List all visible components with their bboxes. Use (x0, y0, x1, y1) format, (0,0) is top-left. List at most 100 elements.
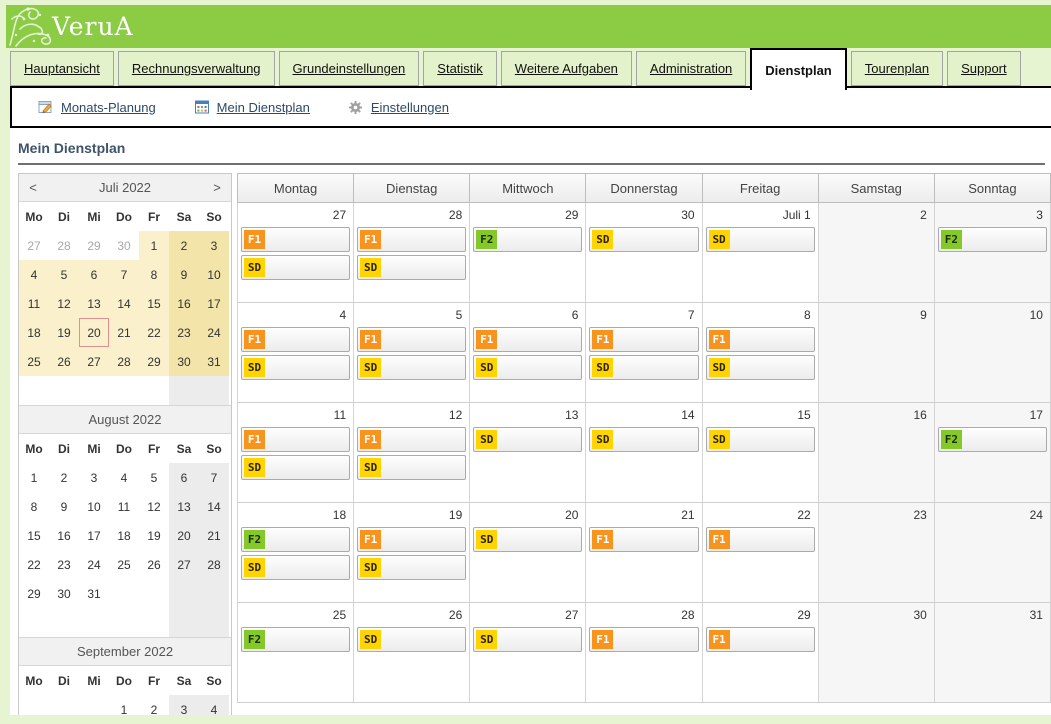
shift-entry-f2[interactable]: F2 (473, 227, 582, 252)
shift-entry-sd[interactable]: SD (473, 355, 582, 380)
mini-day-cell[interactable]: 31 (79, 579, 109, 608)
shift-entry-f1[interactable]: F1 (241, 327, 350, 352)
mini-day-cell[interactable]: 4 (19, 260, 49, 289)
tab-dienstplan[interactable]: Dienstplan (750, 48, 846, 90)
shift-entry-sd[interactable]: SD (706, 355, 815, 380)
mini-day-cell[interactable]: 6 (169, 463, 199, 492)
tab-administration[interactable]: Administration (636, 51, 746, 86)
mini-day-cell[interactable]: 3 (169, 695, 199, 715)
mini-day-cell[interactable]: 26 (49, 347, 79, 376)
mini-day-cell[interactable]: 9 (49, 492, 79, 521)
tab-tourenplan[interactable]: Tourenplan (851, 51, 943, 86)
mini-day-cell[interactable]: 15 (139, 289, 169, 318)
mini-day-cell[interactable]: 30 (109, 231, 139, 260)
mini-day-cell[interactable]: 22 (139, 318, 169, 347)
mini-day-cell[interactable]: 26 (139, 550, 169, 579)
mini-day-cell[interactable]: 18 (109, 521, 139, 550)
mini-day-cell[interactable]: 13 (169, 492, 199, 521)
mini-day-cell[interactable]: 23 (169, 318, 199, 347)
mini-day-cell[interactable]: 7 (199, 463, 229, 492)
shift-entry-f1[interactable]: F1 (589, 327, 698, 352)
shift-entry-sd[interactable]: SD (241, 555, 350, 580)
mini-day-cell[interactable]: 30 (169, 347, 199, 376)
shift-entry-f1[interactable]: F1 (241, 427, 350, 452)
shift-entry-f2[interactable]: F2 (938, 227, 1047, 252)
mini-day-cell-today[interactable]: 20 (79, 318, 109, 347)
mini-day-cell[interactable]: 25 (109, 550, 139, 579)
mini-day-cell[interactable]: 14 (109, 289, 139, 318)
mini-day-cell[interactable]: 16 (49, 521, 79, 550)
mini-day-cell[interactable]: 28 (109, 347, 139, 376)
next-month-button[interactable]: > (203, 180, 231, 195)
mini-day-cell[interactable]: 8 (139, 260, 169, 289)
mini-day-cell[interactable]: 30 (49, 579, 79, 608)
shift-entry-f1[interactable]: F1 (357, 527, 466, 552)
mini-day-cell[interactable]: 3 (199, 231, 229, 260)
mini-day-cell[interactable]: 3 (79, 463, 109, 492)
toolbar-item-mein-dienstplan[interactable]: Mein Dienstplan (194, 99, 310, 115)
mini-day-cell[interactable]: 1 (139, 231, 169, 260)
toolbar-item-monats-planung[interactable]: Monats-Planung (38, 99, 156, 115)
shift-entry-f2[interactable]: F2 (241, 527, 350, 552)
mini-day-cell[interactable]: 10 (199, 260, 229, 289)
shift-entry-sd[interactable]: SD (241, 455, 350, 480)
mini-day-cell[interactable]: 7 (109, 260, 139, 289)
shift-entry-f2[interactable]: F2 (241, 627, 350, 652)
shift-entry-f1[interactable]: F1 (706, 627, 815, 652)
shift-entry-sd[interactable]: SD (473, 527, 582, 552)
shift-entry-sd[interactable]: SD (706, 427, 815, 452)
mini-day-cell[interactable]: 29 (139, 347, 169, 376)
mini-day-cell[interactable]: 19 (139, 521, 169, 550)
mini-day-cell[interactable]: 2 (49, 463, 79, 492)
prev-month-button[interactable]: < (19, 180, 47, 195)
mini-day-cell[interactable]: 8 (19, 492, 49, 521)
mini-day-cell[interactable]: 17 (199, 289, 229, 318)
shift-entry-sd[interactable]: SD (589, 227, 698, 252)
mini-day-cell[interactable]: 15 (19, 521, 49, 550)
mini-day-cell[interactable]: 20 (169, 521, 199, 550)
mini-day-cell[interactable]: 2 (169, 231, 199, 260)
shift-entry-sd[interactable]: SD (357, 255, 466, 280)
shift-entry-f1[interactable]: F1 (357, 227, 466, 252)
mini-day-cell[interactable]: 2 (139, 695, 169, 715)
mini-day-cell[interactable]: 17 (79, 521, 109, 550)
shift-entry-sd[interactable]: SD (241, 255, 350, 280)
mini-day-cell[interactable]: 25 (19, 347, 49, 376)
mini-day-cell[interactable]: 9 (169, 260, 199, 289)
mini-day-cell[interactable]: 29 (19, 579, 49, 608)
mini-day-cell[interactable]: 10 (79, 492, 109, 521)
mini-day-cell[interactable]: 6 (79, 260, 109, 289)
mini-day-cell[interactable]: 31 (199, 347, 229, 376)
mini-day-cell[interactable]: 27 (79, 347, 109, 376)
shift-entry-sd[interactable]: SD (589, 355, 698, 380)
shift-entry-f1[interactable]: F1 (357, 327, 466, 352)
shift-entry-f1[interactable]: F1 (589, 627, 698, 652)
mini-day-cell[interactable]: 24 (79, 550, 109, 579)
mini-day-cell[interactable]: 22 (19, 550, 49, 579)
shift-entry-f1[interactable]: F1 (706, 327, 815, 352)
mini-day-cell[interactable]: 11 (109, 492, 139, 521)
shift-entry-sd[interactable]: SD (241, 355, 350, 380)
mini-day-cell[interactable]: 12 (49, 289, 79, 318)
shift-entry-sd[interactable]: SD (589, 427, 698, 452)
toolbar-item-einstellungen[interactable]: Einstellungen (348, 99, 449, 115)
shift-entry-f2[interactable]: F2 (938, 427, 1047, 452)
mini-day-cell[interactable]: 27 (19, 231, 49, 260)
shift-entry-sd[interactable]: SD (357, 555, 466, 580)
mini-day-cell[interactable]: 18 (19, 318, 49, 347)
tab-weitere-aufgaben[interactable]: Weitere Aufgaben (501, 51, 632, 86)
mini-day-cell[interactable]: 24 (199, 318, 229, 347)
mini-day-cell[interactable]: 5 (49, 260, 79, 289)
mini-day-cell[interactable]: 21 (199, 521, 229, 550)
mini-day-cell[interactable]: 4 (109, 463, 139, 492)
shift-entry-sd[interactable]: SD (473, 427, 582, 452)
shift-entry-f1[interactable]: F1 (706, 527, 815, 552)
shift-entry-sd[interactable]: SD (357, 355, 466, 380)
shift-entry-f1[interactable]: F1 (473, 327, 582, 352)
mini-day-cell[interactable]: 21 (109, 318, 139, 347)
mini-day-cell[interactable]: 23 (49, 550, 79, 579)
mini-day-cell[interactable]: 14 (199, 492, 229, 521)
tab-rechnungsverwaltung[interactable]: Rechnungsverwaltung (118, 51, 275, 86)
tab-grundeinstellungen[interactable]: Grundeinstellungen (279, 51, 420, 86)
mini-day-cell[interactable]: 19 (49, 318, 79, 347)
